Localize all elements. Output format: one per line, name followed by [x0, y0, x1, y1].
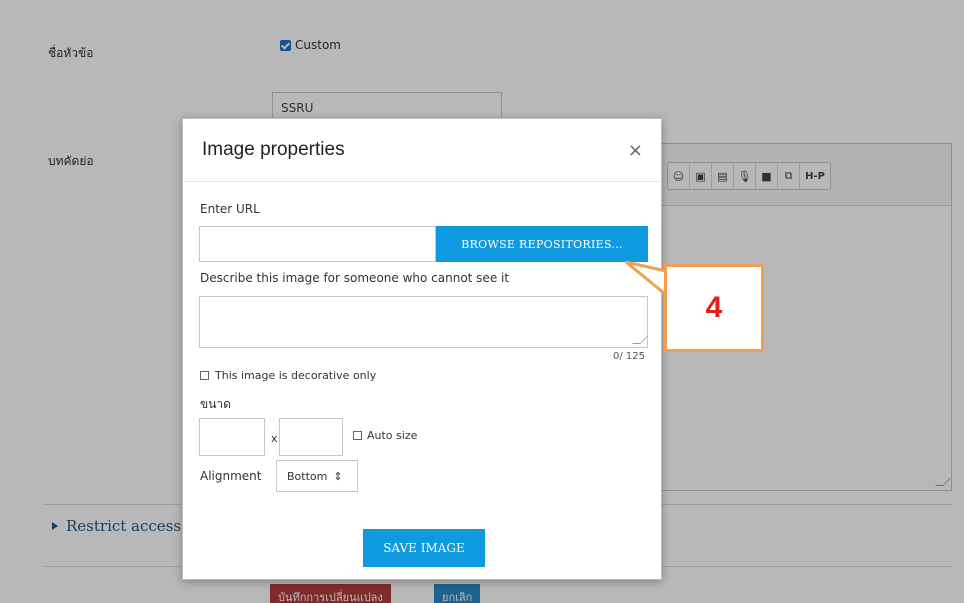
height-input[interactable]	[279, 418, 343, 456]
url-input[interactable]	[199, 226, 436, 262]
size-label: ขนาด	[200, 397, 231, 411]
alt-text-textarea[interactable]	[199, 296, 648, 348]
step-callout: 4	[664, 264, 764, 352]
alignment-select[interactable]: Bottom ⇕	[276, 460, 358, 492]
resize-grip-icon[interactable]	[632, 336, 648, 344]
save-image-button[interactable]: SAVE IMAGE	[363, 529, 485, 567]
image-properties-dialog: Image properties × Enter URL BROWSE REPO…	[182, 118, 662, 580]
decorative-label: This image is decorative only	[215, 369, 377, 382]
alignment-value: Bottom	[287, 469, 328, 483]
browse-repositories-button[interactable]: BROWSE REPOSITORIES...	[436, 226, 648, 262]
auto-size-label: Auto size	[367, 429, 418, 442]
alignment-label: Alignment	[200, 469, 262, 483]
describe-image-label: Describe this image for someone who cann…	[200, 271, 510, 285]
step-number: 4	[705, 291, 723, 324]
enter-url-label: Enter URL	[200, 202, 260, 216]
char-count: 0/ 125	[613, 351, 645, 362]
decorative-checkbox[interactable]: This image is decorative only	[200, 369, 376, 382]
dialog-title: Image properties	[202, 139, 345, 160]
checkbox-icon[interactable]	[353, 431, 362, 440]
width-input[interactable]	[199, 418, 265, 456]
sort-arrows-icon: ⇕	[333, 469, 343, 483]
close-icon[interactable]: ×	[628, 140, 643, 161]
auto-size-checkbox[interactable]: Auto size	[353, 429, 417, 442]
size-separator: x	[271, 432, 278, 445]
dialog-header: Image properties ×	[183, 119, 661, 182]
checkbox-icon[interactable]	[200, 371, 209, 380]
